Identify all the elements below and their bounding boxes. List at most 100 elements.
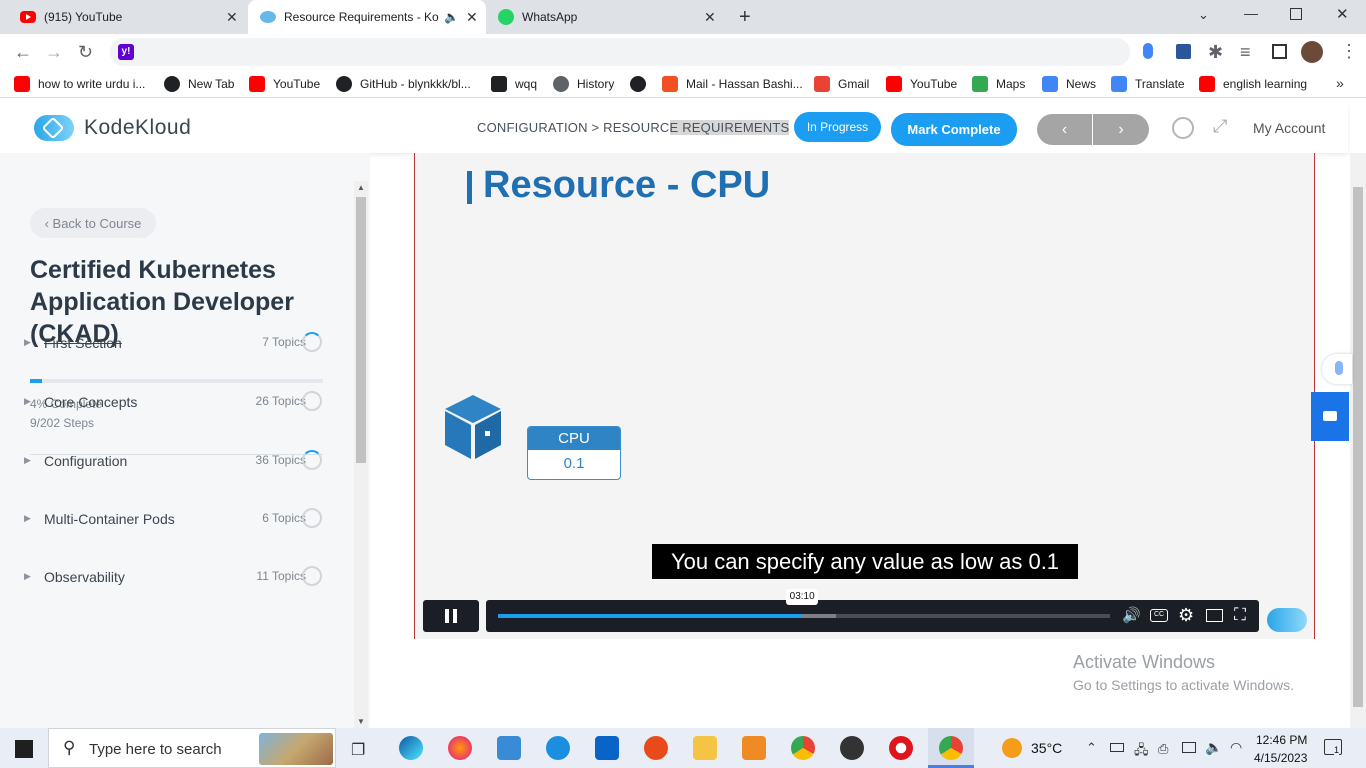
bookmark-item[interactable]: History: [553, 70, 614, 98]
wifi-icon[interactable]: ◠: [1230, 739, 1242, 756]
breadcrumb: CONFIGURATION > RESOURCE REQUIREMENTS: [477, 120, 790, 135]
display-icon[interactable]: [1182, 742, 1196, 753]
bookmark-item[interactable]: [630, 70, 654, 98]
settings-icon[interactable]: ⚙: [1178, 605, 1194, 626]
section-name: Core Concepts: [44, 394, 138, 410]
pip-icon[interactable]: [1206, 609, 1223, 622]
weather-temp[interactable]: 35°C: [1031, 740, 1062, 756]
opera-icon[interactable]: [889, 736, 913, 760]
network-icon[interactable]: 🖧: [1134, 741, 1149, 763]
section-row[interactable]: ▶ Observability 11 Topics: [0, 561, 350, 591]
task-view-icon[interactable]: ❐: [351, 740, 365, 760]
weather-icon[interactable]: [1002, 738, 1022, 758]
bookmark-item[interactable]: english learning: [1199, 70, 1307, 98]
video-player[interactable]: Resource - CPU CPU 0.1 You can specify a…: [414, 153, 1315, 639]
bookmark-item[interactable]: how to write urdu i...: [14, 70, 145, 98]
bookmark-item[interactable]: Maps: [972, 70, 1025, 98]
mark-complete-button[interactable]: Mark Complete: [891, 113, 1017, 146]
sidebar-scrollbar-thumb[interactable]: [356, 197, 366, 463]
close-window-icon[interactable]: ✕: [1336, 5, 1349, 23]
voice-widget-icon[interactable]: [1322, 354, 1352, 384]
settings-app-icon[interactable]: [742, 736, 766, 760]
close-icon[interactable]: ✕: [466, 9, 478, 26]
section-row[interactable]: ▶ Configuration 36 Topics: [0, 445, 350, 475]
progress-bar: [30, 379, 323, 383]
bookmark-label: Mail - Hassan Bashi...: [686, 77, 803, 91]
tab-resource-requirements[interactable]: Resource Requirements - Ko 🔈 ✕: [248, 0, 486, 34]
fullscreen-icon[interactable]: ⤢: [1213, 116, 1227, 137]
video-fullscreen-icon[interactable]: ⛶: [1234, 605, 1246, 625]
bookmark-item[interactable]: YouTube: [249, 70, 320, 98]
section-row[interactable]: ▶ Core Concepts 26 Topics: [0, 386, 350, 416]
next-button[interactable]: ›: [1093, 114, 1149, 145]
bookmark-item[interactable]: Gmail: [814, 70, 869, 98]
close-icon[interactable]: ✕: [226, 9, 238, 26]
windows-start-icon[interactable]: [15, 740, 33, 758]
section-row[interactable]: ▶ First Section 7 Topics: [0, 327, 350, 357]
edge-icon[interactable]: [399, 736, 423, 760]
my-account-link[interactable]: My Account: [1253, 120, 1325, 136]
taskbar-search[interactable]: ⚲ Type here to search: [48, 728, 336, 768]
section-row[interactable]: ▶ Multi-Container Pods 6 Topics: [0, 503, 350, 533]
bookmark-item[interactable]: News: [1042, 70, 1096, 98]
minimize-icon[interactable]: —: [1244, 5, 1258, 21]
reload-icon[interactable]: ↻: [78, 43, 93, 61]
chat-button[interactable]: [1311, 392, 1349, 441]
app-swirl-icon[interactable]: [644, 736, 668, 760]
address-bar[interactable]: y!: [110, 38, 1130, 66]
speaker-icon[interactable]: 🔈: [1205, 739, 1222, 756]
restore-icon[interactable]: [1290, 8, 1302, 20]
page-scrollbar[interactable]: [1350, 153, 1366, 728]
forward-icon[interactable]: →: [45, 43, 63, 61]
download-icon[interactable]: [1176, 44, 1191, 59]
bookmark-item[interactable]: YouTube: [886, 70, 957, 98]
device-icon[interactable]: ⎙: [1158, 741, 1168, 757]
play-pause-button[interactable]: [423, 600, 479, 632]
new-tab-icon[interactable]: +: [739, 6, 751, 29]
camera-app-icon[interactable]: [840, 736, 864, 760]
sidebar-scrollbar[interactable]: ▲ ▼: [354, 181, 368, 728]
mail-icon[interactable]: [595, 736, 619, 760]
logo[interactable]: KodeKloud: [34, 115, 191, 141]
dark-mode-icon[interactable]: [1172, 117, 1194, 139]
avatar[interactable]: [1301, 41, 1323, 63]
store-icon[interactable]: [497, 736, 521, 760]
page-scrollbar-thumb[interactable]: [1353, 187, 1363, 707]
notification-button[interactable]: 1: [1324, 739, 1342, 755]
tab-whatsapp[interactable]: WhatsApp ✕: [488, 0, 726, 34]
section-name: First Section: [44, 335, 122, 351]
bookmark-item[interactable]: New Tab: [164, 70, 234, 98]
side-panel-icon[interactable]: [1272, 44, 1287, 59]
file-explorer-icon[interactable]: [693, 736, 717, 760]
bookmark-item[interactable]: GitHub - blynkkk/bl...: [336, 70, 471, 98]
skype-icon[interactable]: [546, 736, 570, 760]
captions-icon[interactable]: CC: [1150, 609, 1168, 622]
chevron-down-icon[interactable]: ⌄: [1198, 7, 1209, 23]
subtitle-box: You can specify any value as low as 0.1: [652, 544, 1078, 579]
battery-icon[interactable]: [1110, 743, 1124, 752]
tab-youtube[interactable]: (915) YouTube ✕: [8, 0, 246, 34]
mic-icon[interactable]: [1143, 43, 1153, 59]
audio-icon[interactable]: 🔈: [444, 10, 459, 24]
menu-icon[interactable]: ⋮: [1340, 42, 1358, 60]
clock-date[interactable]: 4/15/2023: [1254, 751, 1307, 765]
prev-button[interactable]: ‹: [1037, 114, 1092, 145]
tray-chevron-icon[interactable]: ⌃: [1086, 740, 1097, 756]
extensions-icon[interactable]: ✱: [1208, 43, 1223, 61]
clock-time[interactable]: 12:46 PM: [1256, 733, 1307, 747]
close-icon[interactable]: ✕: [704, 9, 716, 26]
bookmark-item[interactable]: Mail - Hassan Bashi...: [662, 70, 803, 98]
seek-bar[interactable]: [498, 614, 1110, 618]
chrome-icon[interactable]: [791, 736, 815, 760]
activate-windows-title: Activate Windows: [1073, 652, 1216, 672]
bookmark-item[interactable]: wqq: [491, 70, 537, 98]
more-bookmarks-icon[interactable]: »: [1336, 75, 1344, 91]
volume-icon[interactable]: 🔊: [1122, 606, 1141, 624]
media-icon[interactable]: ≡: [1240, 43, 1251, 61]
bookmark-item[interactable]: Translate: [1111, 70, 1185, 98]
chrome-active-task[interactable]: [928, 728, 974, 768]
back-icon[interactable]: ←: [14, 43, 32, 61]
firefox-icon[interactable]: [448, 736, 472, 760]
progress-ring-icon: [302, 391, 322, 411]
back-to-course-button[interactable]: ‹ Back to Course: [30, 208, 156, 238]
